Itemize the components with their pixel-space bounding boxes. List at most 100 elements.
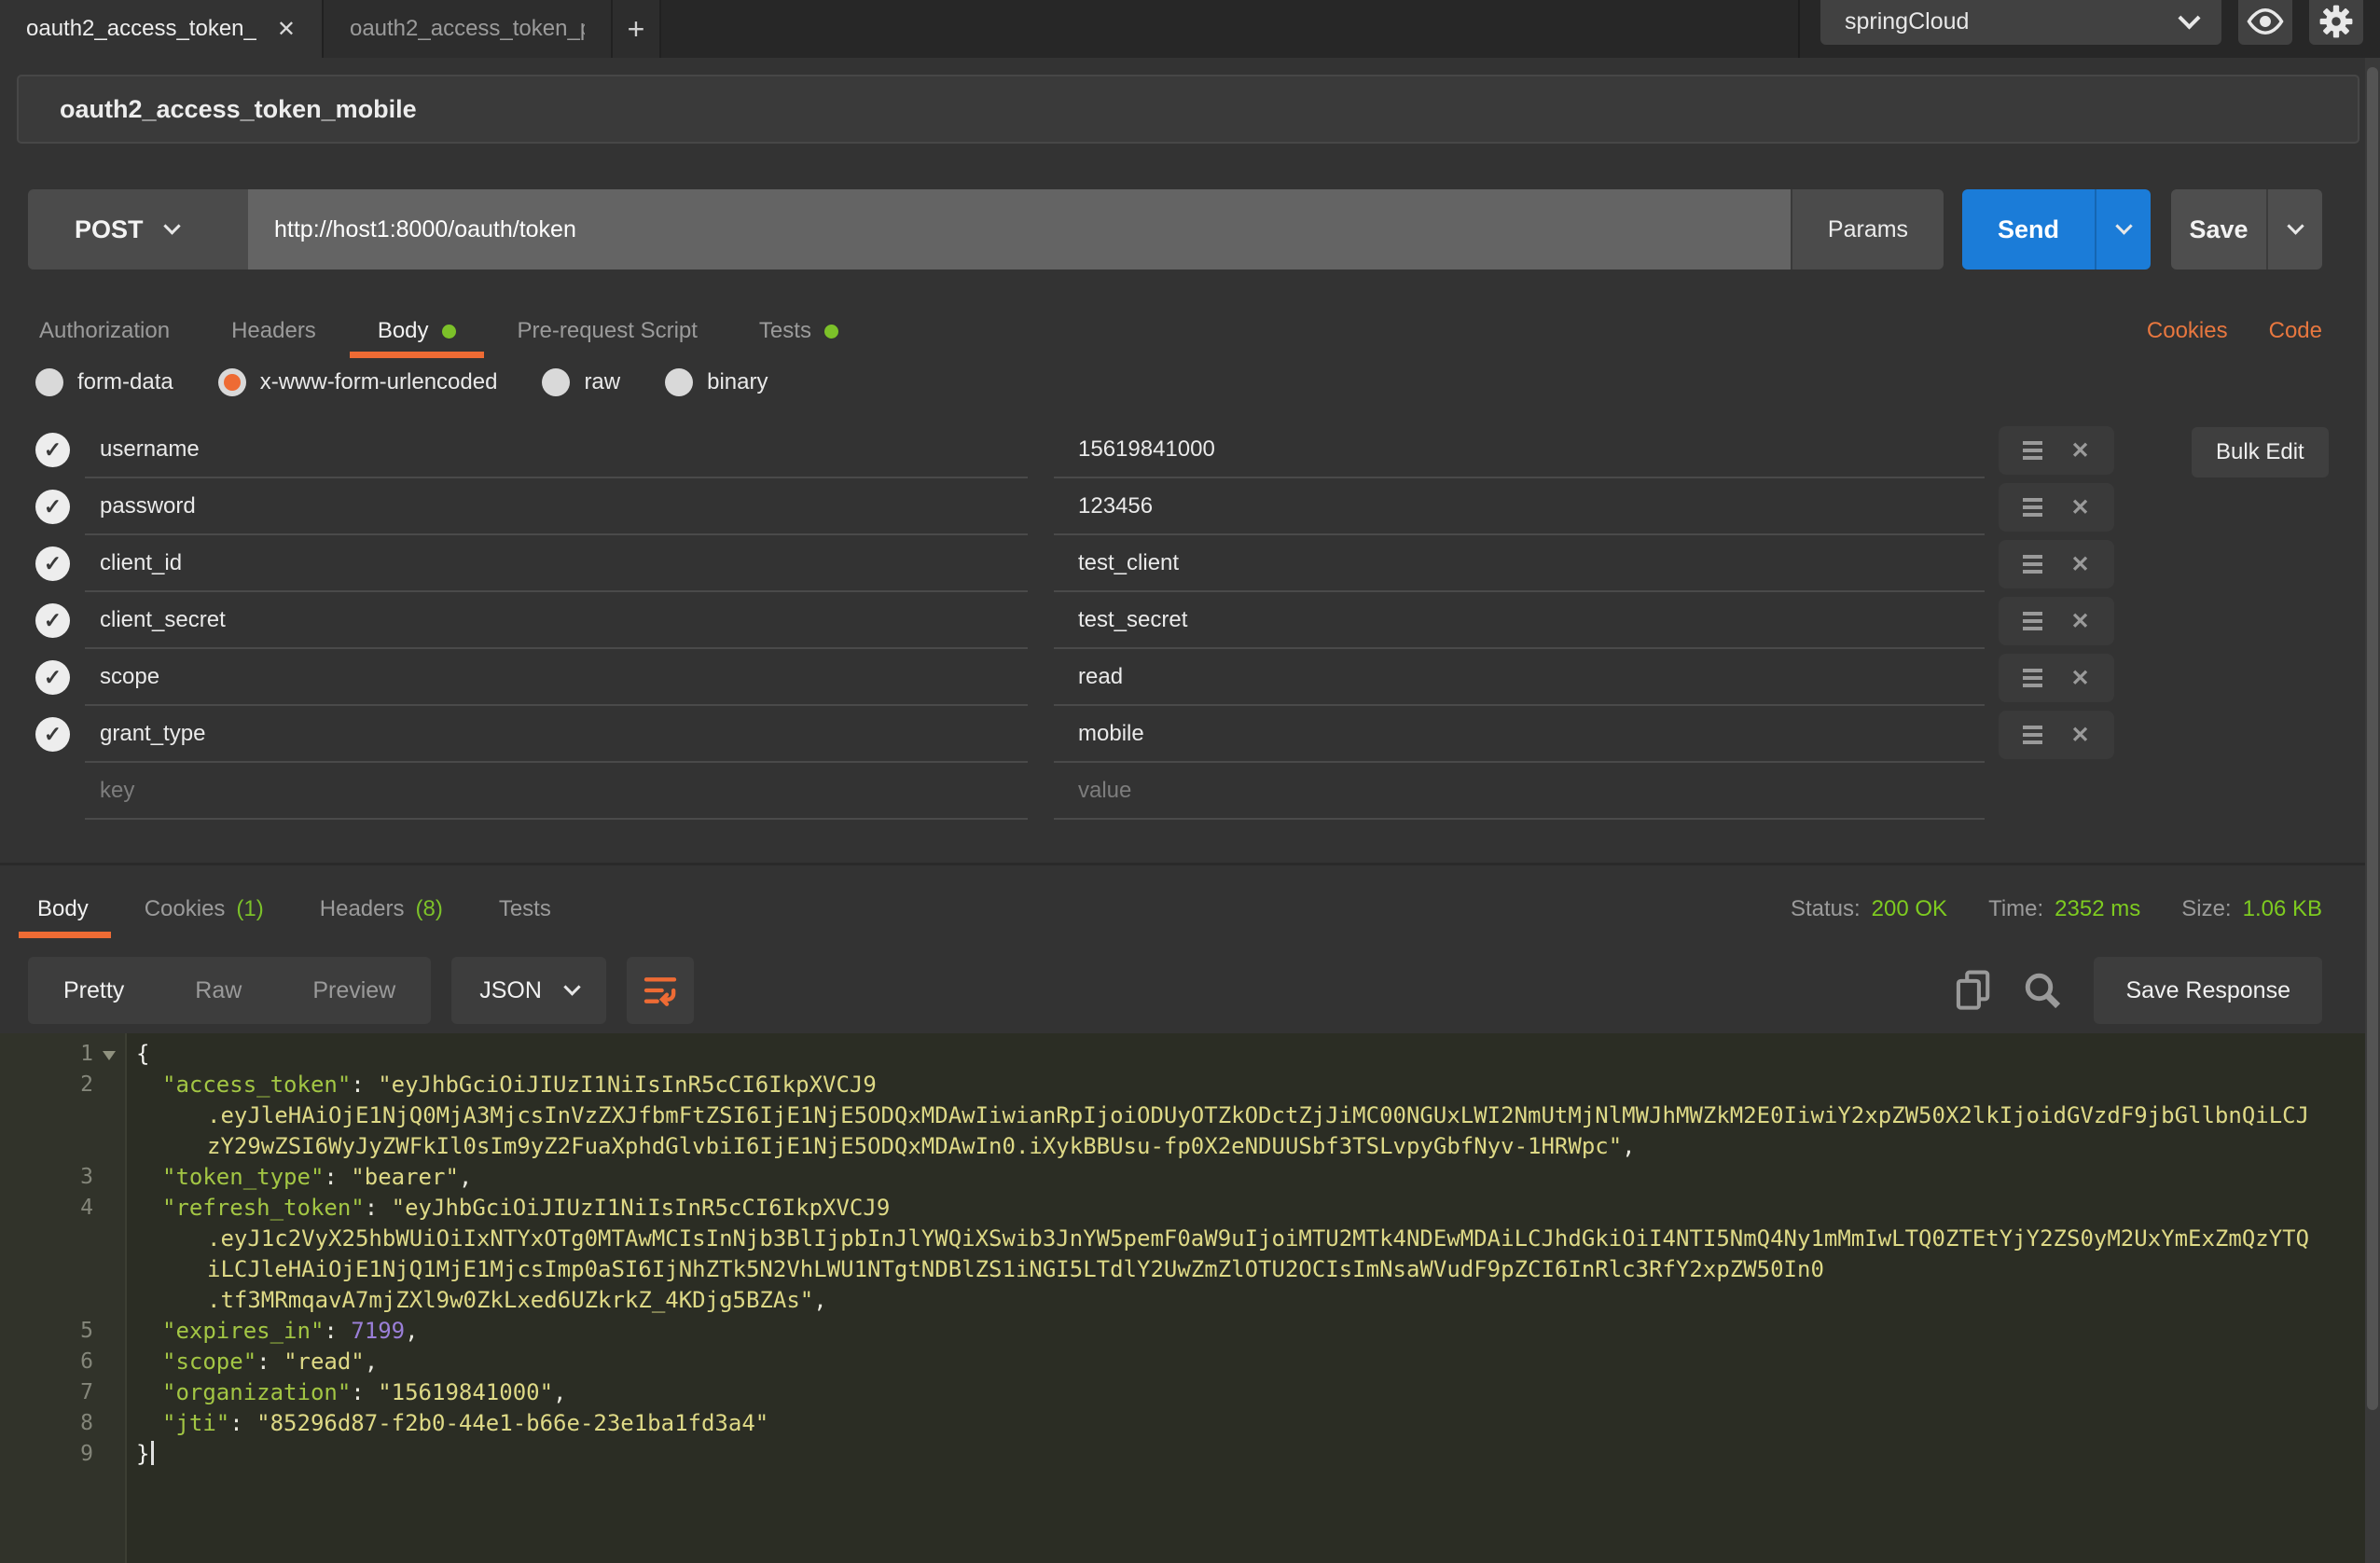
response-tab-tests[interactable]: Tests [499, 880, 551, 938]
code-text: zY29wZSI6WyJyZWFkIl0sIm9yZ2FuaXphdGlvbiI… [136, 1131, 2365, 1162]
code-text: "organization": "15619841000", [136, 1377, 2365, 1408]
fold-caret-icon[interactable] [103, 1051, 116, 1060]
response-tab-cookies[interactable]: Cookies (1) [145, 880, 264, 938]
tab-pre-request-script[interactable]: Pre-request Script [516, 304, 699, 358]
chevron-down-icon [2115, 217, 2132, 234]
line-number: 2 [0, 1070, 93, 1100]
save-button[interactable]: Save [2171, 189, 2266, 270]
request-tab-inactive[interactable]: oauth2_access_token_passw [324, 0, 613, 58]
copy-icon[interactable] [1956, 970, 1991, 1011]
divider [0, 863, 2380, 865]
save-response-button[interactable]: Save Response [2094, 957, 2322, 1024]
environment-quick-look-button[interactable] [2238, 0, 2292, 45]
close-tab-icon[interactable]: ✕ [277, 16, 296, 43]
request-name-panel: oauth2_access_token_mobile [17, 75, 2359, 144]
param-checkbox-checked[interactable]: ✓ [35, 490, 70, 524]
new-tab-button[interactable]: + [613, 0, 661, 58]
code-line: 8"jti": "85296d87-f2b0-44e1-b66e-23e1ba1… [0, 1408, 2365, 1439]
mode-form-data[interactable]: form-data [35, 368, 173, 396]
environment-select[interactable]: springCloud [1820, 0, 2221, 45]
param-key-field[interactable]: username [85, 422, 1028, 478]
delete-row-icon[interactable]: ✕ [2070, 608, 2089, 635]
method-select[interactable]: POST [28, 189, 248, 270]
param-checkbox-checked[interactable]: ✓ [35, 433, 70, 467]
time-value: 2352 ms [2055, 896, 2140, 922]
request-editor-tabs: Authorization Headers Body Pre-request S… [37, 304, 840, 358]
radio-icon[interactable] [35, 368, 63, 396]
view-raw[interactable]: Raw [159, 977, 277, 1004]
delete-row-icon[interactable]: ✕ [2070, 494, 2089, 521]
tab-body[interactable]: Body [376, 304, 458, 358]
radio-selected-icon[interactable] [218, 368, 246, 396]
params-button[interactable]: Params [1791, 189, 1944, 270]
param-checkbox-checked[interactable]: ✓ [35, 717, 70, 752]
drag-handle-icon[interactable] [2023, 669, 2042, 687]
param-key-field[interactable]: grant_type [85, 706, 1028, 763]
response-tab-headers[interactable]: Headers (8) [320, 880, 443, 938]
send-button[interactable]: Send [1962, 189, 2095, 270]
delete-row-icon[interactable]: ✕ [2070, 665, 2089, 692]
search-icon[interactable] [2023, 971, 2062, 1010]
param-value-field[interactable]: value [1054, 763, 1985, 820]
tab-authorization[interactable]: Authorization [37, 304, 172, 358]
bulk-edit-button[interactable]: Bulk Edit [2192, 427, 2329, 477]
view-pretty[interactable]: Pretty [28, 977, 159, 1004]
param-checkbox-checked[interactable]: ✓ [35, 546, 70, 581]
delete-row-icon[interactable]: ✕ [2070, 551, 2089, 578]
format-select[interactable]: JSON [451, 957, 606, 1024]
window-scrollbar[interactable] [2365, 58, 2380, 1563]
tab-headers[interactable]: Headers [229, 304, 318, 358]
drag-handle-icon[interactable] [2023, 498, 2042, 517]
param-value-field[interactable]: mobile [1054, 706, 1985, 763]
param-key-field[interactable]: client_id [85, 535, 1028, 592]
url-input[interactable]: http://host1:8000/oauth/token [248, 189, 1791, 270]
wrap-lines-button[interactable] [627, 957, 694, 1024]
param-row-actions: ✕ [1999, 426, 2114, 475]
mode-binary[interactable]: binary [665, 368, 768, 396]
delete-row-icon[interactable]: ✕ [2070, 437, 2089, 464]
cookies-link[interactable]: Cookies [2147, 318, 2228, 344]
radio-icon[interactable] [665, 368, 693, 396]
mode-x-www-form-urlencoded[interactable]: x-www-form-urlencoded [218, 368, 498, 396]
param-value-field[interactable]: 15619841000 [1054, 422, 1985, 478]
drag-handle-icon[interactable] [2023, 726, 2042, 744]
param-value-field[interactable]: test_secret [1054, 592, 1985, 649]
scrollbar-thumb[interactable] [2367, 67, 2378, 1410]
param-value-field[interactable]: read [1054, 649, 1985, 706]
headers-count: (8) [415, 896, 442, 922]
tab-title: oauth2_access_token_ [26, 16, 256, 42]
param-key-field[interactable]: client_secret [85, 592, 1028, 649]
param-value-field[interactable]: test_client [1054, 535, 1985, 592]
radio-icon[interactable] [542, 368, 570, 396]
view-preview[interactable]: Preview [277, 977, 431, 1004]
code-line: 9} [0, 1439, 2365, 1470]
response-time: Time: 2352 ms [1988, 896, 2140, 922]
response-tab-body[interactable]: Body [37, 880, 89, 938]
method-label: POST [75, 215, 144, 244]
environment-area: springCloud [1820, 0, 2363, 45]
code-line: .eyJ1c2VyX25hbWUiOiIxNTYxOTg0MTAwMCIsInN… [0, 1224, 2365, 1254]
code-link[interactable]: Code [2269, 318, 2322, 344]
param-checkbox-checked[interactable]: ✓ [35, 603, 70, 638]
param-value-field[interactable]: 123456 [1054, 478, 1985, 535]
wrap-lines-icon [642, 972, 679, 1009]
tab-bar: oauth2_access_token_ ✕ oauth2_access_tok… [0, 0, 2380, 58]
response-body-viewer[interactable]: 1{2"access_token": "eyJhbGciOiJIUzI1NiIs… [0, 1033, 2365, 1563]
view-mode-group: Pretty Raw Preview [28, 957, 431, 1024]
param-row-actions: ✕ [1999, 597, 2114, 645]
delete-row-icon[interactable]: ✕ [2070, 722, 2089, 749]
drag-handle-icon[interactable] [2023, 555, 2042, 574]
param-key-field[interactable]: password [85, 478, 1028, 535]
tab-tests[interactable]: Tests [757, 304, 840, 358]
request-tab-active[interactable]: oauth2_access_token_ ✕ [0, 0, 324, 58]
drag-handle-icon[interactable] [2023, 441, 2042, 460]
settings-button[interactable] [2309, 0, 2363, 45]
save-options-button[interactable] [2266, 189, 2322, 270]
param-checkbox-checked[interactable]: ✓ [35, 660, 70, 695]
send-options-button[interactable] [2095, 189, 2151, 270]
mode-raw[interactable]: raw [542, 368, 620, 396]
drag-handle-icon[interactable] [2023, 612, 2042, 630]
param-key-field[interactable]: key [85, 763, 1028, 820]
param-key-field[interactable]: scope [85, 649, 1028, 706]
param-row-actions: ✕ [1999, 483, 2114, 532]
